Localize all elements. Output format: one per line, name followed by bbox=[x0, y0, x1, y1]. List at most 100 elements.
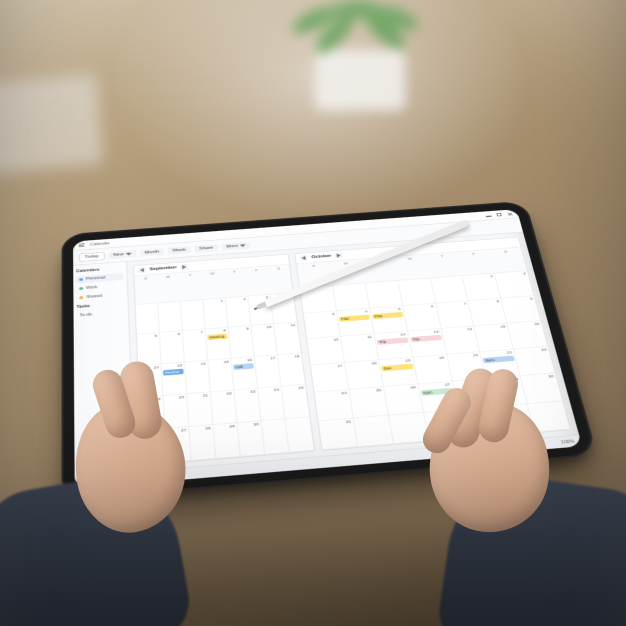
calendar-day-cell bbox=[333, 283, 370, 310]
calendar-day-cell[interactable]: 9 bbox=[229, 326, 255, 358]
calendar-day-cell[interactable]: 26 bbox=[384, 385, 424, 416]
calendar-event[interactable]: Call bbox=[233, 363, 254, 370]
day-of-week-header: W bbox=[201, 270, 226, 300]
calendar-event[interactable]: Due bbox=[381, 364, 413, 372]
maximize-button[interactable] bbox=[496, 213, 501, 217]
calendar-day-cell[interactable]: 20 bbox=[413, 355, 453, 385]
day-number: 12 bbox=[400, 332, 406, 336]
view-week-button[interactable]: Week bbox=[168, 246, 191, 254]
calendar-day-cell[interactable]: 26 bbox=[141, 429, 167, 465]
day-number: 11 bbox=[367, 335, 372, 339]
calendar-day-cell[interactable]: 2 bbox=[226, 296, 252, 327]
calendar-day-cell[interactable]: 30 bbox=[521, 374, 562, 404]
calendar-day-cell bbox=[366, 281, 403, 308]
calendar-day-cell[interactable]: 23 bbox=[514, 347, 555, 376]
calendar-day-cell[interactable]: 29 bbox=[214, 423, 241, 459]
prev-month-button[interactable] bbox=[138, 267, 146, 273]
calendar-day-cell[interactable]: 10 bbox=[307, 336, 345, 365]
calendar-event[interactable]: Sync bbox=[483, 356, 515, 364]
calendar-day-cell[interactable]: 20 bbox=[163, 394, 189, 429]
day-number: 17 bbox=[270, 356, 276, 360]
calendar-day-cell[interactable]: 28 bbox=[453, 379, 494, 410]
zoom-level[interactable]: 100% bbox=[560, 439, 575, 445]
close-button[interactable] bbox=[506, 212, 513, 216]
calendar-day-cell[interactable]: 13Trip bbox=[408, 329, 447, 358]
calendar-day-cell[interactable]: 19 bbox=[140, 396, 166, 431]
calendar-day-cell[interactable]: 9 bbox=[501, 296, 540, 324]
view-month-button[interactable]: Month bbox=[140, 248, 164, 256]
calendar-day-cell[interactable]: 1 bbox=[203, 298, 228, 329]
calendar-day-cell[interactable]: 24 bbox=[315, 390, 354, 421]
calendar-day-cell bbox=[493, 404, 535, 435]
day-number: 2 bbox=[243, 297, 246, 301]
calendar-day-cell[interactable]: 25 bbox=[282, 384, 310, 419]
sidebar-item-todo[interactable]: To-do bbox=[76, 309, 125, 320]
share-button[interactable]: Share bbox=[194, 244, 218, 252]
calendar-day-cell[interactable]: 17 bbox=[255, 355, 282, 388]
calendar-event[interactable]: Meeting bbox=[207, 334, 227, 341]
calendar-day-cell[interactable]: 11 bbox=[341, 334, 379, 363]
calendar-day-cell[interactable]: 22 bbox=[211, 390, 238, 425]
calendar-day-cell[interactable]: 28 bbox=[189, 425, 216, 461]
calendar-day-cell[interactable]: 27 bbox=[165, 427, 192, 463]
day-number: 27 bbox=[445, 383, 451, 387]
calendar-day-cell[interactable]: 29 bbox=[487, 376, 528, 406]
day-number: 27 bbox=[181, 428, 187, 433]
calendar-day-cell[interactable]: 12Trip bbox=[374, 331, 413, 360]
more-button[interactable]: More bbox=[221, 242, 251, 251]
prev-month-button[interactable] bbox=[300, 255, 308, 261]
day-number: 24 bbox=[274, 387, 280, 391]
calendar-day-cell[interactable]: 12 bbox=[138, 364, 163, 398]
day-number: 19 bbox=[155, 397, 161, 401]
calendar-day-cell[interactable]: 19Due bbox=[379, 358, 418, 388]
next-month-button[interactable] bbox=[181, 264, 189, 270]
day-number: 17 bbox=[337, 364, 343, 368]
calendar-event[interactable]: Plan bbox=[372, 312, 403, 319]
day-number: 13 bbox=[433, 330, 439, 334]
sidebar-item-label: Shared bbox=[86, 294, 102, 299]
calendar-day-cell[interactable]: 17 bbox=[311, 363, 349, 393]
calendar-day-cell[interactable]: 6 bbox=[160, 331, 185, 364]
calendar-day-cell[interactable]: 3 bbox=[304, 311, 341, 339]
calendar-day-cell[interactable]: 13Review bbox=[162, 362, 188, 396]
calendar-day-cell[interactable]: 5 bbox=[137, 333, 162, 366]
calendar-day-cell[interactable]: 16Call bbox=[232, 357, 259, 390]
calendar-day-cell[interactable]: 15 bbox=[208, 358, 234, 392]
minimize-button[interactable] bbox=[486, 216, 492, 217]
calendar-day-cell[interactable]: 2 bbox=[495, 271, 534, 298]
calendar-day-cell[interactable]: 18 bbox=[278, 353, 305, 386]
calendar-day-cell[interactable]: 8Meeting bbox=[206, 328, 232, 360]
day-number: 6 bbox=[177, 332, 180, 336]
today-button[interactable]: Today bbox=[79, 252, 105, 262]
calendar-day-cell[interactable]: 27Gym bbox=[418, 382, 458, 413]
calendar-day-cell[interactable]: 18 bbox=[345, 360, 384, 390]
calendar-day-cell[interactable]: 7 bbox=[183, 330, 208, 362]
calendar-event[interactable]: Gym bbox=[421, 388, 454, 396]
calendar-day-cell[interactable]: 14 bbox=[185, 360, 211, 394]
calendar-day-cell bbox=[181, 300, 206, 331]
calendar-day-cell[interactable]: 6 bbox=[403, 303, 441, 331]
calendar-event[interactable]: Plan bbox=[339, 314, 370, 321]
calendar-day-cell[interactable]: 21 bbox=[187, 392, 213, 427]
day-number: 4 bbox=[365, 309, 368, 313]
calendar-event[interactable]: Review bbox=[163, 368, 184, 375]
calendar-day-cell[interactable]: 31 bbox=[319, 418, 359, 450]
calendar-day-cell[interactable]: 24 bbox=[258, 386, 286, 421]
sidebar-item-shared[interactable]: Shared bbox=[76, 291, 124, 302]
calendar-day-cell[interactable]: 23 bbox=[235, 388, 262, 423]
calendar-day-cell[interactable]: 22Sync bbox=[481, 350, 521, 380]
calendar-day-cell[interactable]: 4Plan bbox=[337, 308, 375, 336]
calendar-day-cell bbox=[354, 415, 394, 447]
calendar-event[interactable]: Trip bbox=[410, 335, 442, 343]
day-of-week-header: W bbox=[393, 254, 430, 280]
next-month-button[interactable] bbox=[335, 253, 343, 259]
calendar-day-cell[interactable]: 11 bbox=[274, 322, 301, 354]
calendar-day-cell[interactable]: 30 bbox=[238, 421, 266, 457]
calendar-day-cell[interactable]: 25 bbox=[349, 387, 388, 418]
menu-icon[interactable] bbox=[79, 243, 85, 247]
calendar-event[interactable]: Trip bbox=[376, 337, 408, 345]
new-event-button[interactable]: New bbox=[108, 250, 136, 259]
calendar-day-cell[interactable]: 16 bbox=[508, 321, 548, 350]
calendar-day-cell[interactable]: 5Plan bbox=[370, 306, 408, 334]
calendar-day-cell[interactable]: 21 bbox=[447, 352, 487, 382]
